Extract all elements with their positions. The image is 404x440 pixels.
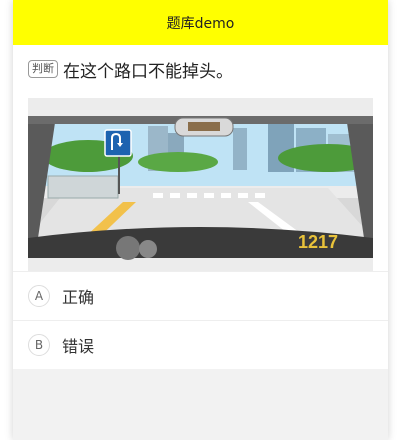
options-list: A 正确 B 错误 <box>13 271 388 369</box>
navbar: 题库demo <box>13 0 388 45</box>
question-text: 在这个路口不能掉头。 <box>63 61 233 82</box>
option-a-label: 正确 <box>62 288 95 307</box>
question-card: 判断 在这个路口不能掉头。 1217 <box>13 45 388 272</box>
option-a[interactable]: A 正确 <box>13 271 388 320</box>
option-b-label: 错误 <box>62 337 95 356</box>
app-screen: 题库demo 判断 在这个路口不能掉头。 1217 A 正确 B 错误 <box>0 0 404 440</box>
navbar-title: 题库demo <box>166 15 235 32</box>
phone-frame: 题库demo 判断 在这个路口不能掉头。 1217 A 正确 B 错误 <box>13 0 388 440</box>
option-b-letter: B <box>28 334 50 356</box>
option-b[interactable]: B 错误 <box>13 320 388 369</box>
watermark-text: 1217 <box>298 232 338 252</box>
question-line: 判断 在这个路口不能掉头。 <box>28 56 373 82</box>
question-image: 1217 <box>28 98 373 272</box>
option-a-letter: A <box>28 285 50 307</box>
question-type-tag: 判断 <box>28 60 58 78</box>
